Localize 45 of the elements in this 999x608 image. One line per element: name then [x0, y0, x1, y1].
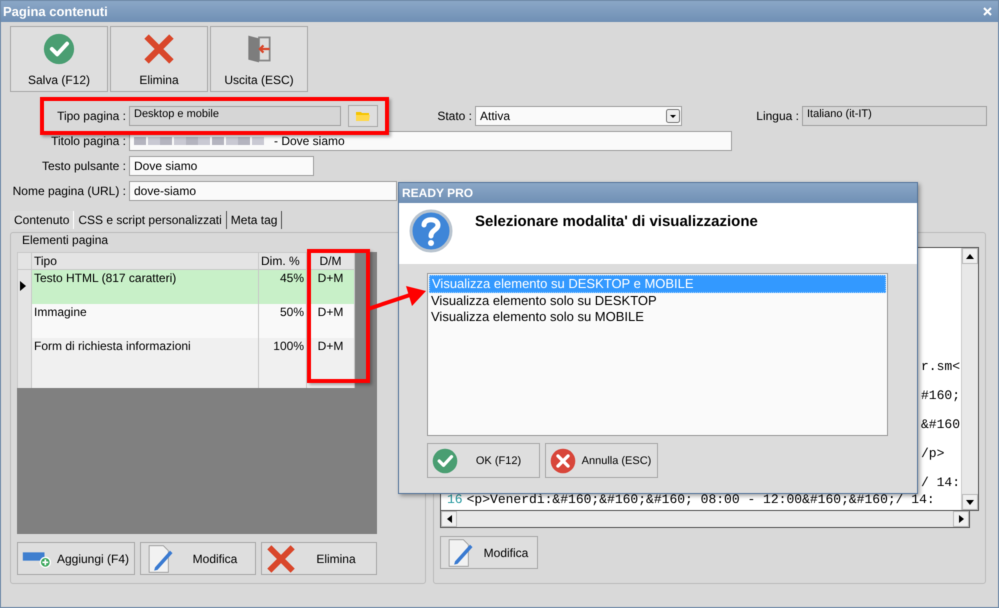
line-number: 16 — [447, 492, 463, 507]
code-line: #160; — [921, 388, 961, 403]
dialog-message: Selezionare modalita' di visualizzazione — [475, 213, 758, 232]
list-option[interactable]: Visualizza elemento solo su MOBILE — [429, 309, 886, 325]
table-cell: Testo HTML (817 caratteri) — [32, 270, 258, 304]
page-title-field[interactable]: - Dove siamo — [129, 131, 732, 151]
field-label: Stato : — [436, 109, 473, 123]
table-cell: 50% — [258, 304, 306, 338]
list-option[interactable]: Visualizza elemento solo su DESKTOP — [429, 293, 886, 309]
code-line: / 14: — [921, 475, 961, 490]
dialog-button[interactable]: Annulla (ESC) — [545, 443, 658, 478]
action-button[interactable]: Modifica — [140, 542, 256, 575]
table-cell: D+M — [306, 338, 354, 372]
table-cell: 100% — [258, 338, 306, 372]
field-label: Lingua : — [755, 109, 800, 123]
dialog-title: READY PRO — [399, 183, 917, 203]
column-header: Tipo — [32, 252, 258, 270]
toolbar-button[interactable]: Uscita (ESC) — [210, 26, 308, 92]
column-header: Dim. % — [258, 252, 306, 270]
page-url-field[interactable]: dove-siamo — [129, 181, 397, 201]
dialog-button[interactable]: OK (F12) — [427, 443, 540, 478]
options-list[interactable]: Visualizza elemento su DESKTOP e MOBILE Visualizza elemento solo su DESKTOP Visualizza elemento solo su MOBILE — [427, 273, 888, 436]
action-button[interactable]: Elimina — [261, 542, 377, 575]
table-cell: Form di richiesta informazioni — [32, 338, 258, 372]
action-button[interactable]: Aggiungi (F4) — [17, 542, 135, 575]
field-label: Nome pagina (URL) : — [12, 184, 127, 198]
field-label: Titolo pagina : — [50, 134, 127, 148]
status-dropdown[interactable]: Attiva — [475, 106, 682, 126]
field-label: Tipo pagina : — [56, 109, 127, 123]
tab[interactable]: CSS e script personalizzati — [74, 211, 227, 229]
code-line: r.sm< — [921, 359, 961, 374]
table-cell: 45% — [258, 270, 306, 304]
code-line: &#160 — [921, 417, 961, 432]
window-title: Pagina contenuti — [3, 4, 108, 19]
field-label: Testo pulsante : — [40, 159, 127, 173]
tab[interactable]: Meta tag — [226, 211, 282, 229]
language-field: Italiano (it-IT) — [802, 106, 987, 126]
toolbar-button[interactable]: Salva (F12) — [10, 26, 108, 92]
button-text-field[interactable]: Dove siamo — [129, 156, 314, 176]
toolbar-button[interactable]: Elimina — [110, 26, 208, 92]
code-line: /p> — [921, 446, 946, 461]
edit-button[interactable]: Modifica — [440, 536, 538, 569]
page-type-field: Desktop e mobile — [129, 106, 341, 126]
table-cell: Immagine — [32, 304, 258, 338]
code-line: <p>Venerdì:&#160;&#160;&#160; 08:00 - 12:00&#160;&#160;/ 14: — [466, 492, 935, 507]
